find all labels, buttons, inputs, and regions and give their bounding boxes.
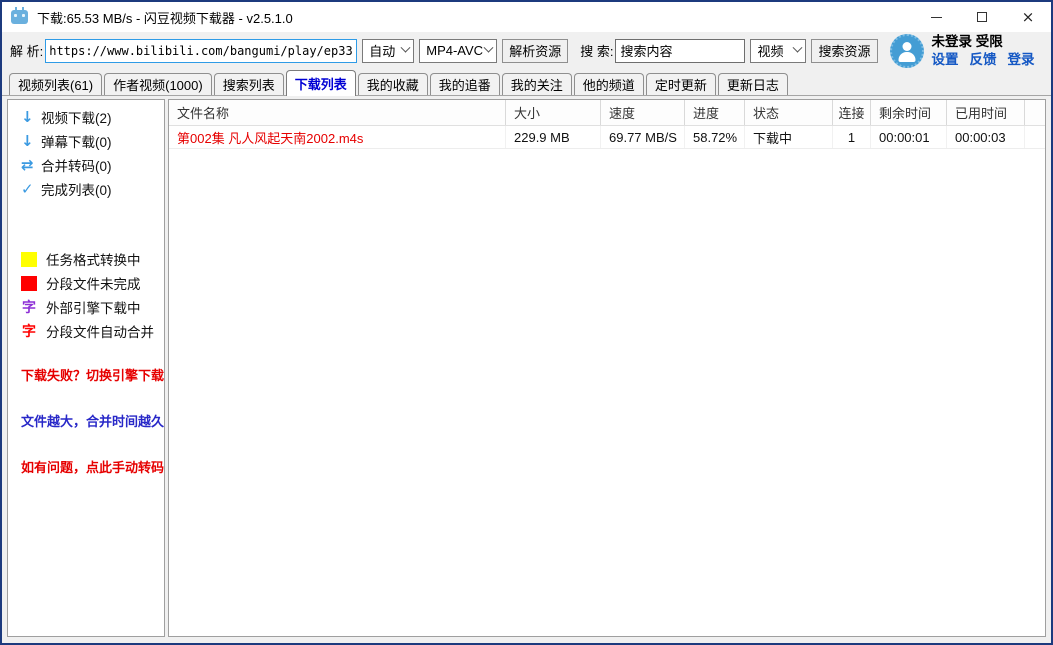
download-table-panel: 文件名称 大小 速度 进度 状态 连接 剩余时间 已用时间 第002集 凡人风起… (168, 99, 1046, 637)
tab-download-list[interactable]: 下载列表 (286, 70, 356, 96)
chevron-down-icon (793, 43, 803, 53)
cell-progress: 58.72% (685, 126, 745, 148)
parse-resource-button[interactable]: 解析资源 (502, 39, 568, 63)
cell-elapsed: 00:00:03 (947, 126, 1025, 148)
login-link[interactable]: 登录 (1008, 52, 1035, 68)
tab-changelog[interactable]: 更新日志 (718, 73, 788, 95)
legend-item-external-engine: 字 外部引擎下载中 (8, 295, 164, 319)
table-header: 文件名称 大小 速度 进度 状态 连接 剩余时间 已用时间 (169, 100, 1045, 126)
minimize-icon (931, 17, 942, 18)
sidebar-item-video-download[interactable]: ↓ 视频下载(2) (8, 105, 164, 129)
account-area: 未登录 受限 设置 反馈 登录 (932, 34, 1035, 68)
tip-manual-transcode[interactable]: 如有问题，点此手动转码 (21, 457, 164, 476)
tab-favorites[interactable]: 我的收藏 (358, 73, 428, 95)
tab-following[interactable]: 我的关注 (502, 73, 572, 95)
tab-channel[interactable]: 他的频道 (574, 73, 644, 95)
check-icon: ✓ (21, 180, 41, 198)
cell-status: 下载中 (745, 126, 833, 148)
column-header-progress[interactable]: 进度 (685, 100, 745, 125)
cell-connections: 1 (833, 126, 871, 148)
legend-item-converting: 任务格式转换中 (8, 247, 164, 271)
app-window: 下载:65.53 MB/s - 闪豆视频下载器 - v2.5.1.0 × 解 析… (0, 0, 1053, 645)
cell-size: 229.9 MB (506, 126, 601, 148)
user-icon (902, 42, 911, 51)
sidebar-item-danmaku-download[interactable]: ↓ 弹幕下载(0) (8, 129, 164, 153)
quality-select-value: 自动 (369, 41, 395, 60)
login-status: 未登录 受限 (932, 34, 1035, 50)
cell-speed: 69.77 MB/S (601, 126, 685, 148)
maximize-button[interactable] (959, 2, 1005, 32)
search-type-select-value: 视频 (757, 41, 783, 60)
search-type-select[interactable]: 视频 (750, 39, 806, 63)
window-controls: × (913, 2, 1051, 32)
tip-switch-engine[interactable]: 下载失败？切换引擎下载 (21, 365, 164, 384)
feedback-link[interactable]: 反馈 (970, 52, 997, 68)
format-select[interactable]: MP4-AVC (419, 39, 497, 63)
status-legend: 任务格式转换中 分段文件未完成 字 外部引擎下载中 字 分段文件自动合并 (8, 247, 164, 343)
format-select-value: MP4-AVC (426, 43, 483, 58)
column-header-connections[interactable]: 连接 (833, 100, 871, 125)
maximize-icon (977, 12, 987, 22)
column-header-elapsed[interactable]: 已用时间 (947, 100, 1025, 125)
close-icon: × (1022, 10, 1035, 25)
title-bar: 下载:65.53 MB/s - 闪豆视频下载器 - v2.5.1.0 × (2, 2, 1051, 32)
sidebar-tips: 下载失败？切换引擎下载 文件越大，合并时间越久 如有问题，点此手动转码 (8, 365, 164, 476)
yellow-swatch-icon (21, 252, 37, 267)
legend-item-segment-incomplete: 分段文件未完成 (8, 271, 164, 295)
sidebar-item-merge-transcode[interactable]: ⇄ 合并转码(0) (8, 153, 164, 177)
cell-filename: 第002集 凡人风起天南2002.m4s (169, 126, 506, 148)
tab-bar: 视频列表(61) 作者视频(1000) 搜索列表 下载列表 我的收藏 我的追番 … (2, 69, 1051, 96)
tab-bangumi[interactable]: 我的追番 (430, 73, 500, 95)
column-header-remaining[interactable]: 剩余时间 (871, 100, 947, 125)
toolbar: 解 析: 自动 MP4-AVC 解析资源 搜 索: 视频 搜索资源 未登录 受限… (2, 32, 1051, 69)
column-header-status[interactable]: 状态 (745, 100, 833, 125)
tab-search-list[interactable]: 搜索列表 (214, 73, 284, 95)
settings-link[interactable]: 设置 (932, 52, 959, 68)
char-glyph-icon: 字 (21, 300, 37, 314)
url-input[interactable] (45, 39, 357, 63)
table-row[interactable]: 第002集 凡人风起天南2002.m4s 229.9 MB 69.77 MB/S… (169, 126, 1045, 149)
avatar[interactable] (890, 34, 924, 68)
tip-merge-time: 文件越大，合并时间越久 (21, 411, 164, 430)
column-header-filename[interactable]: 文件名称 (169, 100, 506, 125)
download-arrow-icon: ↓ (21, 132, 41, 150)
search-label: 搜 索: (580, 41, 613, 60)
content-area: ↓ 视频下载(2) ↓ 弹幕下载(0) ⇄ 合并转码(0) ✓ 完成列表(0) … (2, 96, 1051, 643)
chevron-down-icon (484, 43, 494, 53)
char-glyph-icon: 字 (21, 324, 37, 338)
tab-scheduled-update[interactable]: 定时更新 (646, 73, 716, 95)
quality-select[interactable]: 自动 (362, 39, 414, 63)
close-button[interactable]: × (1005, 2, 1051, 32)
column-header-size[interactable]: 大小 (506, 100, 601, 125)
search-resource-button[interactable]: 搜索资源 (811, 39, 877, 63)
legend-item-auto-merge: 字 分段文件自动合并 (8, 319, 164, 343)
transcode-swap-icon: ⇄ (21, 156, 41, 174)
column-header-speed[interactable]: 速度 (601, 100, 685, 125)
chevron-down-icon (401, 43, 411, 53)
search-input[interactable] (615, 39, 745, 63)
sidebar: ↓ 视频下载(2) ↓ 弹幕下载(0) ⇄ 合并转码(0) ✓ 完成列表(0) … (7, 99, 165, 637)
minimize-button[interactable] (913, 2, 959, 32)
download-arrow-icon: ↓ (21, 108, 41, 126)
cell-remaining: 00:00:01 (871, 126, 947, 148)
tab-video-list[interactable]: 视频列表(61) (9, 73, 102, 95)
sidebar-item-completed-list[interactable]: ✓ 完成列表(0) (8, 177, 164, 201)
tab-author-videos[interactable]: 作者视频(1000) (104, 73, 212, 95)
window-title: 下载:65.53 MB/s - 闪豆视频下载器 - v2.5.1.0 (37, 8, 293, 27)
app-tv-icon (11, 10, 28, 24)
red-swatch-icon (21, 276, 37, 291)
parse-label: 解 析: (10, 41, 43, 60)
